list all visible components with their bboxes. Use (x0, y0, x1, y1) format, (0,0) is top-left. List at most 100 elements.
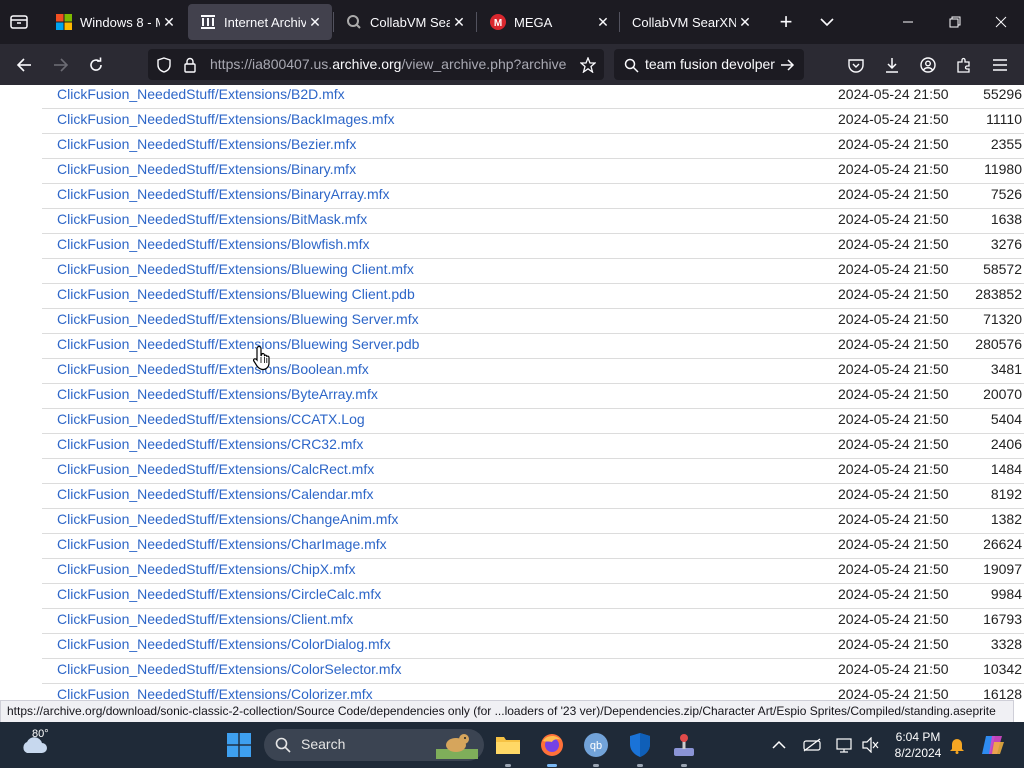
file-link[interactable]: ClickFusion_NeededStuff/Extensions/ByteA… (57, 386, 378, 402)
tab-windows8[interactable]: Windows 8 - Mi ✕ (44, 0, 186, 44)
copilot-icon[interactable] (978, 730, 1008, 760)
file-link[interactable]: ClickFusion_NeededStuff/Extensions/Color… (57, 661, 401, 677)
file-link[interactable]: ClickFusion_NeededStuff/Extensions/CCATX… (57, 411, 365, 427)
tab-collabvm-searx[interactable]: CollabVM SearX ✕ (334, 0, 476, 44)
bookmark-star-icon[interactable] (578, 55, 598, 75)
file-size: 2355 (990, 136, 1022, 152)
file-date: 2024-05-24 21:50 (838, 536, 949, 552)
file-size: 3328 (990, 636, 1022, 652)
search-label: Search (301, 736, 346, 752)
file-row: ClickFusion_NeededStuff/Extensions/Chang… (42, 508, 1024, 534)
folder-icon (496, 737, 520, 754)
file-link[interactable]: ClickFusion_NeededStuff/Extensions/Binar… (57, 186, 390, 202)
file-link[interactable]: ClickFusion_NeededStuff/Extensions/Blowf… (57, 236, 370, 252)
firefox-view-icon[interactable] (8, 12, 30, 32)
file-row: ClickFusion_NeededStuff/Extensions/Circl… (42, 583, 1024, 609)
search-box[interactable]: team fusion devolper (614, 49, 804, 80)
weather-widget[interactable]: 80° (14, 728, 54, 762)
file-link[interactable]: ClickFusion_NeededStuff/Extensions/Binar… (57, 161, 356, 177)
file-row: ClickFusion_NeededStuff/Extensions/Clien… (42, 608, 1024, 634)
file-link[interactable]: ClickFusion_NeededStuff/Extensions/Boole… (57, 361, 369, 377)
file-date: 2024-05-24 21:50 (838, 336, 949, 352)
file-link[interactable]: ClickFusion_NeededStuff/Extensions/Color… (57, 636, 391, 652)
file-link[interactable]: ClickFusion_NeededStuff/Extensions/Bluew… (57, 336, 419, 352)
forward-icon[interactable] (49, 53, 73, 77)
address-bar[interactable]: https://ia800407.us.archive.org/view_arc… (148, 49, 604, 80)
file-link[interactable]: ClickFusion_NeededStuff/Extensions/CharI… (57, 536, 387, 552)
qbittorrent-icon: qb (584, 733, 608, 757)
file-size: 10342 (983, 661, 1022, 677)
new-tab-icon[interactable]: + (774, 9, 798, 34)
downloads-icon[interactable] (880, 53, 904, 77)
svg-text:M: M (494, 18, 502, 29)
joystick-icon (674, 734, 694, 756)
url-text[interactable]: https://ia800407.us.archive.org/view_arc… (210, 56, 566, 72)
file-link[interactable]: ClickFusion_NeededStuff/Extensions/BackI… (57, 111, 394, 127)
extensions-icon[interactable] (952, 53, 976, 77)
file-row: ClickFusion_NeededStuff/Extensions/Binar… (42, 158, 1024, 184)
close-tab-icon[interactable]: ✕ (160, 14, 178, 31)
file-link[interactable]: ClickFusion_NeededStuff/Extensions/ChipX… (57, 561, 356, 577)
windows-security-button[interactable] (625, 730, 655, 760)
tab-mega[interactable]: M MEGA ✕ (478, 0, 620, 44)
tracking-protection-shield-icon[interactable] (154, 55, 174, 75)
file-link[interactable]: ClickFusion_NeededStuff/Extensions/Bezie… (57, 136, 356, 152)
close-tab-icon[interactable]: ✕ (306, 14, 324, 31)
file-link[interactable]: ClickFusion_NeededStuff/Extensions/Calen… (57, 486, 373, 502)
start-button[interactable] (224, 730, 254, 760)
file-explorer-button[interactable] (493, 730, 523, 760)
file-link[interactable]: ClickFusion_NeededStuff/Extensions/Bluew… (57, 286, 415, 302)
tab-collabvm-searxng[interactable]: CollabVM SearXNG ✕ (620, 0, 762, 44)
file-link[interactable]: ClickFusion_NeededStuff/Extensions/Circl… (57, 586, 381, 602)
clock-date: 8/2/2024 (894, 746, 942, 760)
pocket-icon[interactable] (844, 53, 868, 77)
file-size: 16128 (983, 686, 1022, 700)
close-tab-icon[interactable]: ✕ (594, 14, 612, 31)
file-size: 2406 (990, 436, 1022, 452)
windows-logo-icon (56, 14, 72, 30)
bandwidth-tray-icon[interactable] (800, 734, 824, 756)
file-row: ClickFusion_NeededStuff/Extensions/Color… (42, 658, 1024, 684)
file-link[interactable]: ClickFusion_NeededStuff/Extensions/BitMa… (57, 211, 367, 227)
file-date: 2024-05-24 21:50 (838, 611, 949, 627)
firefox-button[interactable] (537, 730, 567, 760)
close-tab-icon[interactable]: ✕ (450, 14, 468, 31)
lock-icon[interactable] (180, 55, 200, 75)
file-link[interactable]: ClickFusion_NeededStuff/Extensions/CalcR… (57, 461, 374, 477)
file-link[interactable]: ClickFusion_NeededStuff/Extensions/Bluew… (57, 311, 419, 327)
list-tabs-icon[interactable] (815, 10, 839, 34)
qbittorrent-button[interactable]: qb (581, 730, 611, 760)
file-date: 2024-05-24 21:50 (838, 286, 949, 302)
close-tab-icon[interactable]: ✕ (736, 14, 754, 31)
windows-taskbar: 80° Search qb 6:04 PM 8/2/2024 (0, 722, 1024, 768)
close-window-icon[interactable] (989, 10, 1013, 34)
taskbar-search[interactable]: Search (264, 729, 484, 761)
file-date: 2024-05-24 21:50 (838, 661, 949, 677)
show-hidden-icons-chevron-icon[interactable] (768, 734, 790, 756)
account-icon[interactable] (916, 53, 940, 77)
go-arrow-icon[interactable] (778, 56, 796, 74)
network-tray-icon[interactable] (832, 734, 856, 756)
back-icon[interactable] (12, 53, 36, 77)
file-row: ClickFusion_NeededStuff/Extensions/CalcR… (42, 458, 1024, 484)
notification-bell-icon[interactable] (946, 734, 968, 756)
tab-internet-archive[interactable]: Internet Archive ✕ (188, 4, 332, 40)
firefox-icon (541, 734, 563, 756)
clock-time: 6:04 PM (895, 730, 941, 744)
menu-hamburger-icon[interactable] (988, 53, 1012, 77)
search-input[interactable]: team fusion devolper (645, 56, 775, 72)
file-link[interactable]: ClickFusion_NeededStuff/Extensions/Chang… (57, 511, 398, 527)
reload-icon[interactable] (84, 53, 108, 77)
restore-icon[interactable] (943, 10, 967, 34)
file-link[interactable]: ClickFusion_NeededStuff/Extensions/B2D.m… (57, 86, 345, 102)
minimize-icon[interactable] (896, 10, 920, 34)
file-date: 2024-05-24 21:50 (838, 461, 949, 477)
file-link[interactable]: ClickFusion_NeededStuff/Extensions/CRC32… (57, 436, 363, 452)
tab-title: CollabVM SearXNG (632, 14, 736, 30)
file-link[interactable]: ClickFusion_NeededStuff/Extensions/Bluew… (57, 261, 414, 277)
volume-muted-icon[interactable] (858, 734, 882, 756)
file-link[interactable]: ClickFusion_NeededStuff/Extensions/Color… (57, 686, 373, 700)
file-link[interactable]: ClickFusion_NeededStuff/Extensions/Clien… (57, 611, 353, 627)
vm-app-button[interactable] (669, 730, 699, 760)
system-clock[interactable]: 6:04 PM 8/2/2024 (888, 729, 948, 761)
